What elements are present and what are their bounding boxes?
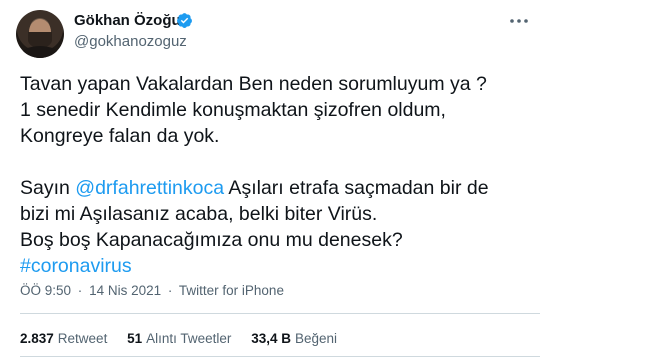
divider bbox=[20, 313, 540, 314]
retweets-label: Retweet bbox=[57, 331, 108, 346]
tweet-line: 1 senedir Kendimle konuşmaktan şizofren … bbox=[20, 99, 446, 121]
more-options-icon[interactable] bbox=[508, 16, 530, 26]
hashtag-link[interactable]: #coronavirus bbox=[20, 253, 540, 279]
tweet-time[interactable]: ÖÖ 9:50 bbox=[20, 283, 71, 298]
display-name[interactable]: Gökhan Özoğuz bbox=[74, 12, 188, 29]
tweet-source[interactable]: Twitter for iPhone bbox=[179, 283, 284, 298]
likes-count: 33,4 B bbox=[251, 331, 291, 346]
verified-badge-icon bbox=[177, 13, 192, 28]
mention-link[interactable]: @drfahrettinkoca bbox=[75, 177, 224, 199]
avatar-shirt bbox=[20, 46, 60, 58]
quote-tweets-stat[interactable]: 51 Alıntı Tweetler bbox=[127, 331, 231, 346]
tweet-line: bizi mi Aşılasanız acaba, belki biter Vi… bbox=[20, 203, 378, 225]
retweets-count: 2.837 bbox=[20, 331, 54, 346]
tweet-text-prefix: Sayın bbox=[20, 177, 76, 199]
quotes-label: Alıntı Tweetler bbox=[146, 331, 232, 346]
tweet-line: Tavan yapan Vakalardan Ben neden sorumlu… bbox=[20, 73, 487, 95]
tweet-line-with-mention: Sayın @drfahrettinkoca Aşıları etrafa sa… bbox=[20, 175, 540, 201]
retweets-stat[interactable]: 2.837 Retweet bbox=[20, 331, 107, 346]
tweet-meta: ÖÖ 9:50 · 14 Nis 2021 · Twitter for iPho… bbox=[20, 283, 284, 298]
tweet-line: Kongreye falan da yok. bbox=[20, 125, 220, 147]
tweet-text-suffix: Aşıları etrafa saçmadan bir de bbox=[224, 177, 489, 199]
tweet-date[interactable]: 14 Nis 2021 bbox=[89, 283, 161, 298]
likes-stat[interactable]: 33,4 B Beğeni bbox=[251, 331, 337, 346]
avatar[interactable] bbox=[16, 10, 64, 58]
tweet-card: Gökhan Özoğuz @gokhanozoguz Tavan yapan … bbox=[0, 0, 670, 362]
divider bbox=[20, 356, 540, 357]
likes-label: Beğeni bbox=[294, 331, 338, 346]
tweet-text: Tavan yapan Vakalardan Ben neden sorumlu… bbox=[20, 71, 540, 279]
meta-separator: · bbox=[77, 283, 83, 298]
meta-separator: · bbox=[167, 283, 173, 298]
tweet-line: Boş boş Kapanacağımıza onu mu denesek? bbox=[20, 229, 403, 251]
quotes-count: 51 bbox=[127, 331, 143, 346]
user-handle[interactable]: @gokhanozoguz bbox=[74, 33, 187, 50]
engagement-stats: 2.837 Retweet 51 Alıntı Tweetler 33,4 B Beğ… bbox=[20, 331, 353, 346]
